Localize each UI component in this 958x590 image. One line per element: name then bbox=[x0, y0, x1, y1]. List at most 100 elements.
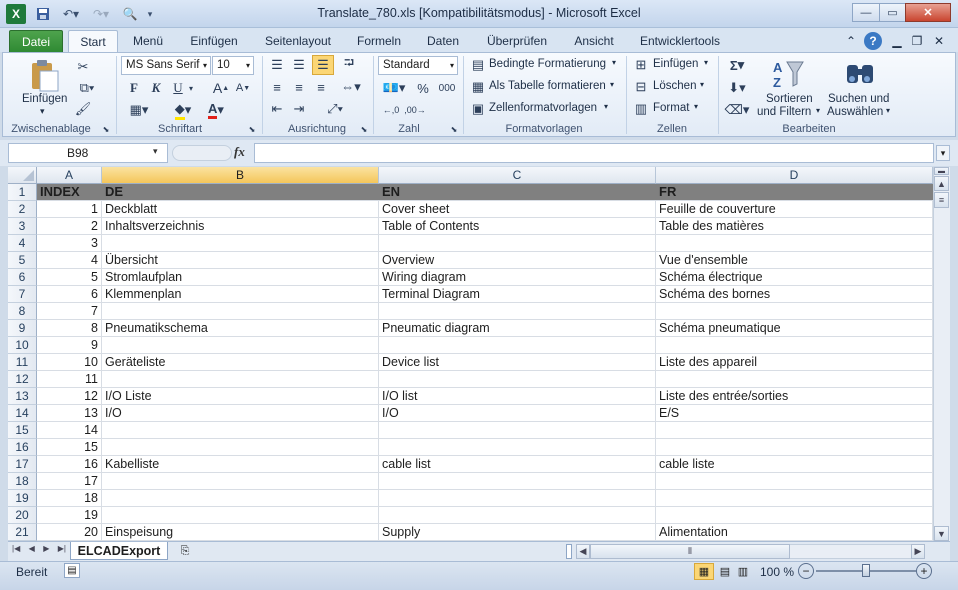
cell-d[interactable]: Table des matières bbox=[656, 218, 933, 234]
row-header[interactable]: 6 bbox=[8, 269, 37, 286]
cell-b[interactable] bbox=[102, 303, 379, 319]
find-select-label-1[interactable]: Suchen und bbox=[828, 93, 889, 105]
row-header[interactable]: 9 bbox=[8, 320, 37, 337]
thousands-button[interactable]: 000 bbox=[436, 79, 458, 97]
align-middle-icon[interactable]: ☰ bbox=[290, 57, 308, 73]
page-break-view-icon[interactable]: ▥ bbox=[734, 563, 752, 580]
find-select-dropdown-icon[interactable]: ▾ bbox=[886, 106, 890, 115]
clipboard-launcher-icon[interactable]: ⬊ bbox=[100, 123, 112, 135]
cell-d[interactable] bbox=[656, 473, 933, 489]
cell-b[interactable]: Pneumatikschema bbox=[102, 320, 379, 336]
cell-c[interactable] bbox=[379, 371, 656, 387]
cell-a[interactable]: 3 bbox=[37, 235, 102, 251]
cell-b[interactable]: Einspeisung bbox=[102, 524, 379, 540]
cell-a[interactable]: 17 bbox=[37, 473, 102, 489]
cell-c[interactable] bbox=[379, 490, 656, 506]
cell-d[interactable]: Alimentation bbox=[656, 524, 933, 540]
cell-b[interactable]: Kabelliste bbox=[102, 456, 379, 472]
column-header-a[interactable]: A bbox=[37, 167, 102, 184]
maximize-button[interactable]: ▭ bbox=[879, 3, 906, 22]
doc-close-icon[interactable]: ✕ bbox=[930, 30, 948, 52]
cell-b[interactable] bbox=[102, 422, 379, 438]
scroll-right-button[interactable]: ▶ bbox=[911, 544, 925, 559]
cell-a[interactable]: 13 bbox=[37, 405, 102, 421]
cell-d[interactable]: E/S bbox=[656, 405, 933, 421]
fill-icon[interactable]: ⬇▾ bbox=[724, 79, 750, 97]
cell-styles-icon[interactable]: ▣ bbox=[470, 101, 486, 117]
redo-icon[interactable]: ↷▾ bbox=[88, 4, 114, 24]
format-as-table-dropdown-icon[interactable]: ▾ bbox=[610, 80, 614, 89]
cell-b[interactable] bbox=[102, 439, 379, 455]
row-header[interactable]: 10 bbox=[8, 337, 37, 354]
insert-cells-icon[interactable]: ⊞ bbox=[632, 57, 650, 73]
tab-developer[interactable]: Entwicklertools bbox=[634, 30, 726, 52]
percent-button[interactable]: % bbox=[414, 79, 432, 97]
paste-dropdown-icon[interactable]: ▾ bbox=[40, 106, 45, 117]
row-header[interactable]: 8 bbox=[8, 303, 37, 320]
cell-a[interactable]: 16 bbox=[37, 456, 102, 472]
row-header[interactable]: 7 bbox=[8, 286, 37, 303]
cell-d[interactable]: Schéma pneumatique bbox=[656, 320, 933, 336]
row-header[interactable]: 18 bbox=[8, 473, 37, 490]
align-top-icon[interactable]: ☰ bbox=[268, 57, 286, 73]
italic-button[interactable]: K bbox=[148, 79, 164, 97]
accounting-format-icon[interactable]: 💶▾ bbox=[380, 79, 408, 97]
align-left-icon[interactable]: ≡ bbox=[268, 79, 286, 95]
cell-b[interactable] bbox=[102, 490, 379, 506]
sheet-tab-elcadexport[interactable]: ELCADExport bbox=[70, 542, 168, 560]
cell-c[interactable]: Supply bbox=[379, 524, 656, 540]
next-sheet-icon[interactable]: ▶ bbox=[43, 544, 49, 558]
tab-review[interactable]: Überprüfen bbox=[480, 30, 554, 52]
format-as-table-icon[interactable]: ▦ bbox=[470, 79, 486, 95]
sort-filter-dropdown-icon[interactable]: ▾ bbox=[816, 106, 820, 115]
row-header[interactable]: 19 bbox=[8, 490, 37, 507]
row-header[interactable]: 13 bbox=[8, 388, 37, 405]
row-header[interactable]: 15 bbox=[8, 422, 37, 439]
zoom-slider-thumb[interactable] bbox=[862, 564, 870, 577]
row-header[interactable]: 1 bbox=[8, 184, 37, 201]
expand-formula-bar-icon[interactable]: ▾ bbox=[936, 145, 950, 161]
cell-c[interactable]: Device list bbox=[379, 354, 656, 370]
cell-b[interactable] bbox=[102, 235, 379, 251]
cell-c[interactable]: cable list bbox=[379, 456, 656, 472]
paste-icon[interactable] bbox=[26, 58, 62, 94]
last-sheet-icon[interactable]: ▶| bbox=[58, 544, 66, 558]
cell-a[interactable]: 6 bbox=[37, 286, 102, 302]
delete-cells-icon[interactable]: ⊟ bbox=[632, 79, 650, 95]
format-cells-dropdown-icon[interactable]: ▾ bbox=[694, 102, 698, 111]
cell-a[interactable]: 20 bbox=[37, 524, 102, 540]
column-header-c[interactable]: C bbox=[379, 167, 656, 184]
formula-input[interactable] bbox=[254, 143, 934, 163]
scroll-up-button[interactable]: ▲ bbox=[934, 176, 949, 191]
cell-c[interactable]: Wiring diagram bbox=[379, 269, 656, 285]
conditional-formatting-button[interactable]: Bedingte Formatierung bbox=[489, 58, 606, 70]
column-header-d[interactable]: D bbox=[656, 167, 933, 184]
decrease-decimal-icon[interactable]: ,00→ bbox=[404, 101, 426, 119]
increase-indent-icon[interactable]: ⇥ bbox=[290, 101, 308, 117]
minimize-button[interactable]: — bbox=[852, 3, 880, 22]
cell-d[interactable] bbox=[656, 303, 933, 319]
cell-d[interactable]: Vue d'ensemble bbox=[656, 252, 933, 268]
cell-a[interactable]: 18 bbox=[37, 490, 102, 506]
shrink-font-icon[interactable]: A ▼ bbox=[234, 79, 252, 97]
cell-a[interactable]: 15 bbox=[37, 439, 102, 455]
cell-d[interactable]: FR bbox=[656, 184, 933, 200]
cell-d[interactable] bbox=[656, 439, 933, 455]
grow-font-icon[interactable]: A ▲ bbox=[212, 79, 230, 97]
horizontal-scroll-thumb[interactable]: ⦀ bbox=[590, 544, 790, 559]
row-header[interactable]: 17 bbox=[8, 456, 37, 473]
tab-formulas[interactable]: Formeln bbox=[351, 30, 407, 52]
cell-b[interactable]: Inhaltsverzeichnis bbox=[102, 218, 379, 234]
delete-cells-button[interactable]: Löschen bbox=[653, 80, 696, 92]
vertical-scrollbar[interactable] bbox=[933, 167, 950, 541]
sheet-nav-buttons[interactable]: |◀ ◀ ▶ ▶| bbox=[12, 544, 66, 558]
print-preview-icon[interactable]: 🔍 bbox=[120, 4, 140, 24]
increase-decimal-icon[interactable]: ←,0 bbox=[380, 101, 402, 119]
cell-c[interactable] bbox=[379, 422, 656, 438]
row-header[interactable]: 21 bbox=[8, 524, 37, 541]
zoom-out-button[interactable]: − bbox=[798, 563, 814, 579]
merge-center-icon[interactable]: ⇔▾ bbox=[338, 79, 364, 95]
cell-b[interactable]: Geräteliste bbox=[102, 354, 379, 370]
delete-cells-dropdown-icon[interactable]: ▾ bbox=[700, 80, 704, 89]
cell-d[interactable] bbox=[656, 490, 933, 506]
